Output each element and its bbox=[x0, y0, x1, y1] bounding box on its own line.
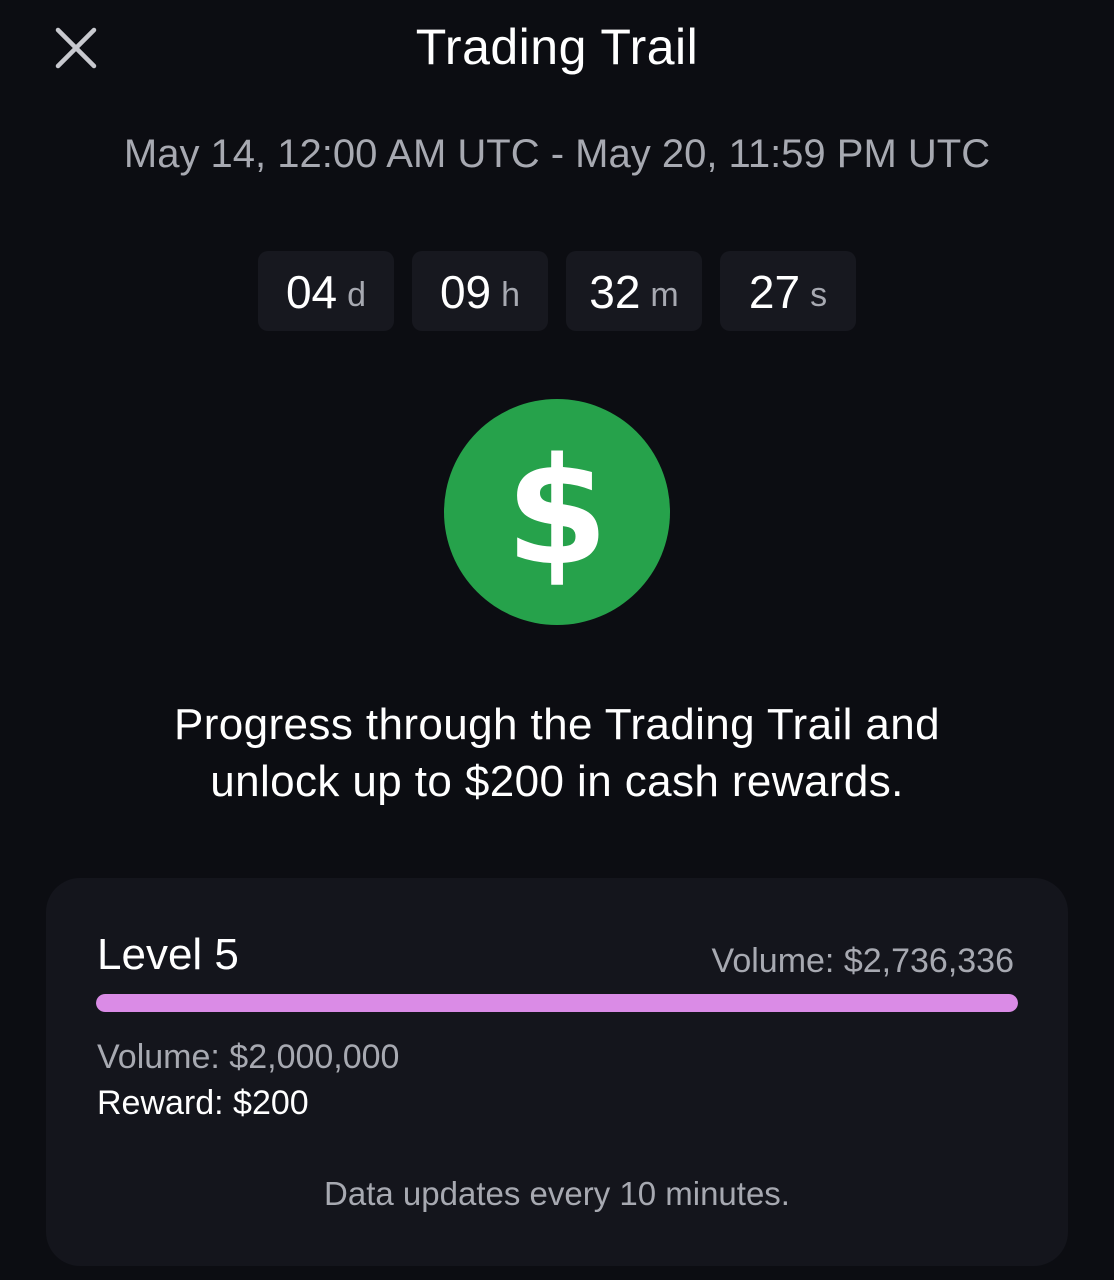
countdown-seconds-value: 27 bbox=[748, 266, 801, 318]
countdown-timer: 04 d 09 h 32 m 27 s bbox=[0, 251, 1114, 331]
countdown-hours: 09 h bbox=[412, 251, 548, 331]
level-progress-bar bbox=[96, 994, 1018, 1012]
countdown-minutes-value: 32 bbox=[589, 266, 641, 318]
countdown-days-unit: d bbox=[347, 275, 367, 314]
countdown-seconds-unit: s bbox=[810, 275, 828, 314]
countdown-hours-unit: h bbox=[501, 275, 521, 314]
countdown-minutes-unit: m bbox=[650, 275, 679, 314]
page-title: Trading Trail bbox=[415, 19, 699, 75]
current-volume: Volume: $2,736,336 bbox=[711, 942, 1014, 980]
promo-headline: Progress through the Trading Trail and u… bbox=[0, 696, 1114, 810]
dollar-badge: $ bbox=[443, 398, 671, 626]
data-update-note: Data updates every 10 minutes. bbox=[324, 1175, 790, 1212]
countdown-days: 04 d bbox=[258, 251, 394, 331]
dollar-icon: $ bbox=[444, 399, 670, 625]
promo-headline-line-2: unlock up to $200 in cash rewards. bbox=[210, 757, 904, 806]
countdown-days-value: 04 bbox=[285, 266, 338, 318]
countdown-hours-value: 09 bbox=[439, 266, 492, 318]
countdown-seconds: 27 s bbox=[720, 251, 856, 331]
promo-headline-line-1: Progress through the Trading Trail and bbox=[173, 700, 941, 749]
level-card: Level 5 Volume: $2,736,336 Volume: $2,00… bbox=[46, 878, 1068, 1266]
countdown-minutes: 32 m bbox=[566, 251, 702, 331]
target-volume: Volume: $2,000,000 bbox=[97, 1038, 400, 1076]
level-reward: Reward: $200 bbox=[97, 1084, 309, 1122]
event-date-range: May 14, 12:00 AM UTC - May 20, 11:59 PM … bbox=[123, 132, 991, 176]
level-progress-fill bbox=[96, 994, 1018, 1012]
svg-text:$: $ bbox=[506, 426, 609, 598]
level-label: Level 5 bbox=[97, 930, 239, 979]
